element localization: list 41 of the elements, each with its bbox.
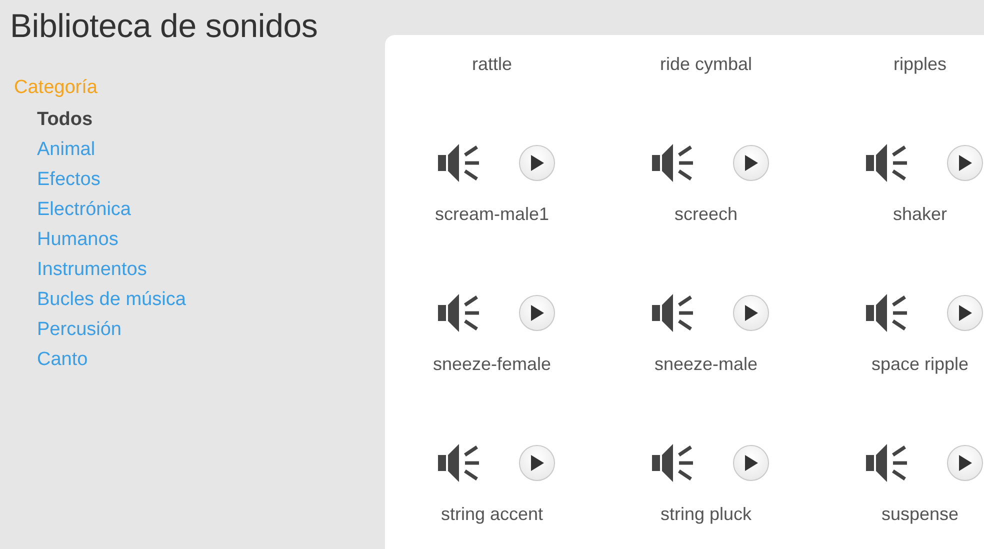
sound-name: screech xyxy=(674,203,738,225)
page-title: Biblioteca de sonidos xyxy=(9,6,319,35)
play-icon xyxy=(530,305,544,321)
sound-name: scream-male1 xyxy=(434,203,550,225)
play-icon xyxy=(744,455,758,471)
play-button[interactable] xyxy=(519,445,555,481)
play-button[interactable] xyxy=(733,145,769,181)
category-link[interactable]: Instrumentos xyxy=(37,255,147,285)
category-heading: Categoría xyxy=(14,76,98,100)
play-button[interactable] xyxy=(519,145,555,181)
category-link[interactable]: Efectos xyxy=(37,165,100,195)
sound-name: sneeze-male xyxy=(654,353,758,375)
play-icon xyxy=(530,455,544,471)
category-link[interactable]: Bucles de música xyxy=(37,285,186,315)
play-icon xyxy=(530,155,544,171)
category-link[interactable]: Animal xyxy=(37,135,96,165)
play-button[interactable] xyxy=(947,145,983,181)
play-button[interactable] xyxy=(733,295,769,331)
category-link[interactable]: Percusión xyxy=(37,315,122,345)
play-icon xyxy=(958,455,972,471)
play-icon xyxy=(958,305,972,321)
category-link[interactable]: Humanos xyxy=(37,225,118,255)
sound-name: rattle xyxy=(472,53,512,75)
play-button[interactable] xyxy=(947,295,983,331)
sound-name: space ripple xyxy=(871,353,969,375)
sound-name: string pluck xyxy=(660,503,752,525)
sound-name: suspense xyxy=(881,503,959,525)
sound-name: ride cymbal xyxy=(660,53,752,75)
play-button[interactable] xyxy=(733,445,769,481)
play-button[interactable] xyxy=(519,295,555,331)
category-link[interactable]: Todos xyxy=(37,105,93,135)
category-link[interactable]: Canto xyxy=(37,345,88,375)
sound-name: ripples xyxy=(893,53,947,75)
sound-name: sneeze-female xyxy=(432,353,552,375)
sound-name: string accent xyxy=(440,503,544,525)
sound-name: shaker xyxy=(892,203,948,225)
play-icon xyxy=(744,305,758,321)
play-icon xyxy=(744,155,758,171)
category-link[interactable]: Electrónica xyxy=(37,195,131,225)
play-button[interactable] xyxy=(947,445,983,481)
play-icon xyxy=(958,155,972,171)
